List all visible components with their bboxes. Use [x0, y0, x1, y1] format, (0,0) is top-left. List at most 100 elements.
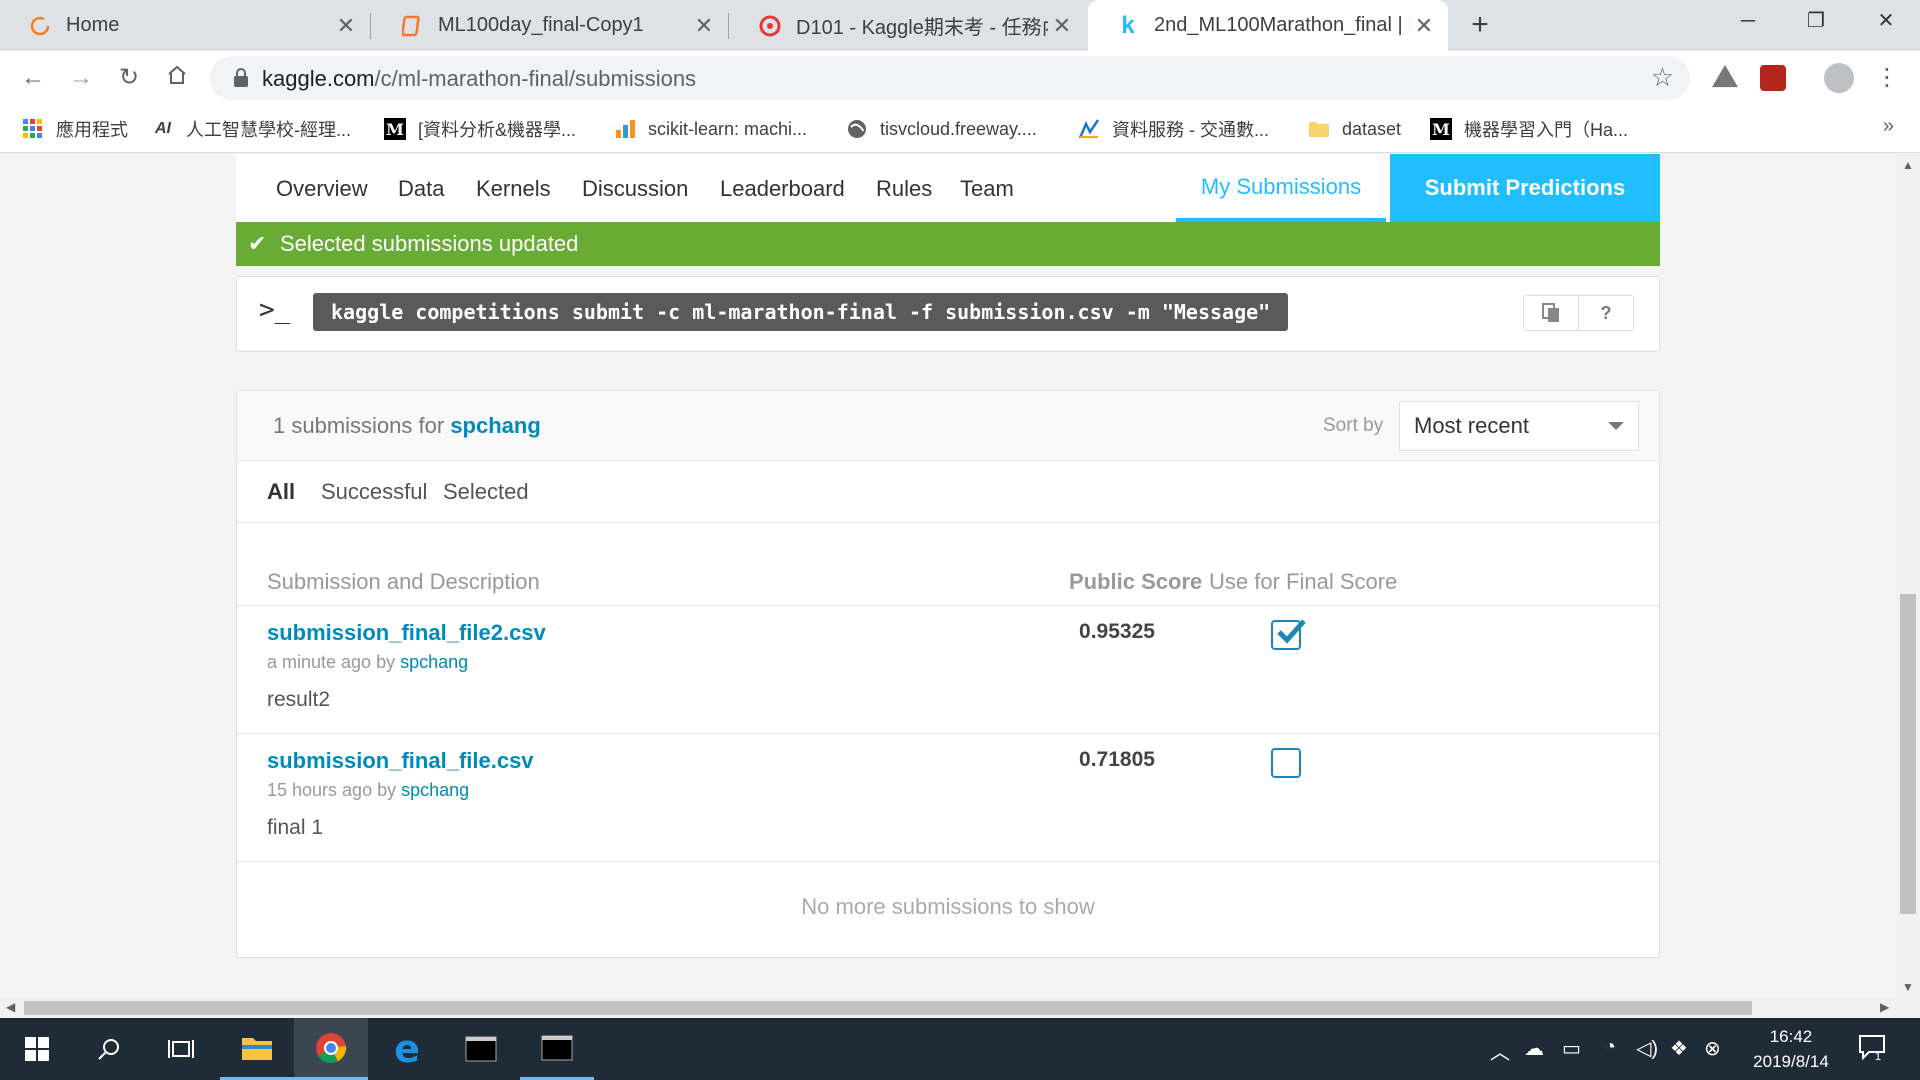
- submission-count: 1 submissions for spchang: [273, 413, 541, 438]
- bookmark-apps[interactable]: 應用程式: [22, 115, 128, 143]
- nav-rules[interactable]: Rules: [876, 176, 932, 202]
- alert-text: Selected submissions updated: [280, 231, 579, 256]
- back-button[interactable]: ←: [18, 63, 48, 93]
- terminal-icon: [465, 1036, 497, 1062]
- notification-count: 1: [1875, 1051, 1881, 1062]
- jupyter-notebook-icon: [400, 14, 424, 38]
- tab-home[interactable]: Home ✕: [0, 0, 370, 51]
- nav-data[interactable]: Data: [398, 176, 444, 202]
- tab-title: ML100day_final-Copy1: [438, 14, 644, 36]
- address-bar[interactable]: kaggle.com/c/ml-marathon-final/submissio…: [210, 56, 1690, 100]
- close-icon[interactable]: ✕: [690, 13, 718, 39]
- tab-kaggle[interactable]: k 2nd_ML100Marathon_final | Ka ✕: [1088, 0, 1448, 51]
- tab-jupyter[interactable]: ML100day_final-Copy1 ✕: [372, 0, 728, 51]
- close-icon[interactable]: ✕: [1048, 13, 1076, 39]
- volume-icon[interactable]: ◁): [1636, 1036, 1658, 1061]
- reload-button[interactable]: ↻: [114, 63, 144, 93]
- tab-title: D101 - Kaggle期末考 - 任務內容: [796, 17, 1048, 39]
- nav-team[interactable]: Team: [960, 176, 1014, 202]
- wifi-icon[interactable]: ◔: [1604, 1036, 1616, 1059]
- bookmark-medium-2[interactable]: M 機器學習入門（Ha...: [1430, 115, 1628, 143]
- show-hidden-icons-chevron-icon[interactable]: ︿: [1490, 1036, 1510, 1065]
- table-row: submission_final_file.csv 15 hours ago b…: [237, 734, 1659, 862]
- submissions-header: 1 submissions for spchang Sort by Most r…: [237, 391, 1659, 461]
- restore-button[interactable]: ❐: [1782, 0, 1850, 42]
- scroll-right-arrow-icon[interactable]: ▶: [1880, 1000, 1889, 1014]
- table-row: submission_final_file2.csv a minute ago …: [237, 606, 1659, 734]
- menu-kebab-icon[interactable]: ⋮: [1872, 63, 1902, 93]
- bookmark-dataset-folder[interactable]: dataset: [1308, 115, 1401, 143]
- bookmark-tisvcloud[interactable]: tisvcloud.freeway....: [846, 115, 1037, 143]
- submissions-card: 1 submissions for spchang Sort by Most r…: [236, 390, 1660, 958]
- clock-time: 16:42: [1769, 1027, 1813, 1046]
- onedrive-cloud-icon[interactable]: ☁: [1524, 1036, 1544, 1061]
- minimize-button[interactable]: ─: [1714, 0, 1782, 42]
- vertical-scrollbar[interactable]: ▲ ▼: [1896, 154, 1920, 998]
- submission-file-link[interactable]: submission_final_file2.csv: [267, 620, 546, 646]
- profile-avatar[interactable]: [1824, 63, 1854, 93]
- submission-description: final 1: [267, 816, 324, 839]
- task-view-button[interactable]: [144, 1018, 218, 1080]
- start-button[interactable]: [0, 1018, 74, 1080]
- user-link[interactable]: spchang: [450, 413, 540, 438]
- forward-button[interactable]: →: [66, 63, 96, 93]
- cmd-taskbar[interactable]: [520, 1018, 594, 1080]
- user-link[interactable]: spchang: [400, 652, 468, 672]
- tab-cupoy[interactable]: D101 - Kaggle期末考 - 任務內容 ✕: [730, 0, 1086, 51]
- blocked-circle-x-icon[interactable]: ⊗: [1704, 1036, 1721, 1061]
- final-score-checkbox[interactable]: [1271, 619, 1306, 650]
- edge-taskbar[interactable]: e: [370, 1018, 444, 1080]
- nav-kernels[interactable]: Kernels: [476, 176, 551, 202]
- nav-discussion[interactable]: Discussion: [582, 176, 688, 202]
- copy-icon: [1542, 303, 1559, 322]
- user-link[interactable]: spchang: [401, 780, 469, 800]
- bookmark-traffic-data[interactable]: 資料服務 - 交通數...: [1078, 115, 1269, 143]
- kaggle-page: Overview Data Kernels Discussion Leaderb…: [0, 154, 1896, 998]
- google-drive-extension-icon[interactable]: [1712, 65, 1738, 88]
- tab-my-submissions[interactable]: My Submissions: [1176, 154, 1386, 222]
- scroll-left-arrow-icon[interactable]: ◀: [6, 1000, 15, 1014]
- new-tab-button[interactable]: +: [1462, 8, 1498, 44]
- submission-file-link[interactable]: submission_final_file.csv: [267, 748, 534, 774]
- bookmark-medium-1[interactable]: M [資料分析&機器學...: [384, 115, 576, 143]
- api-command-text[interactable]: kaggle competitions submit -c ml-maratho…: [313, 293, 1289, 331]
- home-button[interactable]: [162, 63, 192, 93]
- close-icon[interactable]: ✕: [1410, 13, 1438, 39]
- notification-center-icon[interactable]: 1: [1856, 1032, 1888, 1064]
- browser-toolbar: ← → ↻ kaggle.com/c/ml-marathon-final/sub…: [0, 51, 1920, 105]
- filter-all[interactable]: All: [267, 479, 295, 505]
- nav-leaderboard[interactable]: Leaderboard: [720, 176, 845, 202]
- bookmark-ai-school[interactable]: AI 人工智慧學校-經理...: [152, 115, 351, 143]
- search-button[interactable]: [72, 1018, 146, 1080]
- help-button[interactable]: ?: [1578, 295, 1634, 331]
- file-explorer-taskbar[interactable]: [220, 1018, 294, 1080]
- filter-selected[interactable]: Selected: [443, 479, 529, 505]
- battery-icon[interactable]: ▭: [1562, 1036, 1581, 1061]
- close-window-button[interactable]: ✕: [1852, 0, 1920, 42]
- scrollbar-thumb[interactable]: [24, 1001, 1752, 1015]
- nav-overview[interactable]: Overview: [276, 176, 368, 202]
- filter-successful[interactable]: Successful: [321, 479, 427, 505]
- sort-dropdown[interactable]: Most recent: [1399, 401, 1639, 451]
- bookmark-star-icon[interactable]: ☆: [1651, 62, 1674, 93]
- scrollbar-thumb[interactable]: [1900, 594, 1916, 914]
- final-score-checkbox[interactable]: [1271, 748, 1301, 778]
- taskbar-clock[interactable]: 16:42 2019/8/14: [1736, 1024, 1846, 1074]
- submit-predictions-button[interactable]: Submit Predictions: [1390, 154, 1660, 222]
- globe-icon: [846, 118, 868, 140]
- scroll-up-arrow-icon[interactable]: ▲: [1896, 158, 1920, 172]
- dropbox-icon[interactable]: ❖: [1670, 1036, 1688, 1061]
- acrobat-extension-icon[interactable]: [1760, 65, 1786, 91]
- terminal-taskbar[interactable]: [444, 1018, 518, 1080]
- horizontal-scrollbar[interactable]: ◀ ▶: [0, 998, 1920, 1018]
- more-bookmarks-icon[interactable]: »: [1883, 115, 1894, 138]
- public-score: 0.95325: [1079, 620, 1155, 643]
- chrome-taskbar[interactable]: [294, 1018, 368, 1080]
- check-icon: ✔: [248, 231, 267, 256]
- filter-tabs: All Successful Selected: [237, 461, 1659, 523]
- submission-meta: a minute ago by spchang: [267, 652, 469, 672]
- close-icon[interactable]: ✕: [332, 13, 360, 39]
- scroll-down-arrow-icon[interactable]: ▼: [1896, 980, 1920, 994]
- bookmark-scikit[interactable]: scikit-learn: machi...: [614, 115, 807, 143]
- copy-button[interactable]: [1523, 295, 1579, 331]
